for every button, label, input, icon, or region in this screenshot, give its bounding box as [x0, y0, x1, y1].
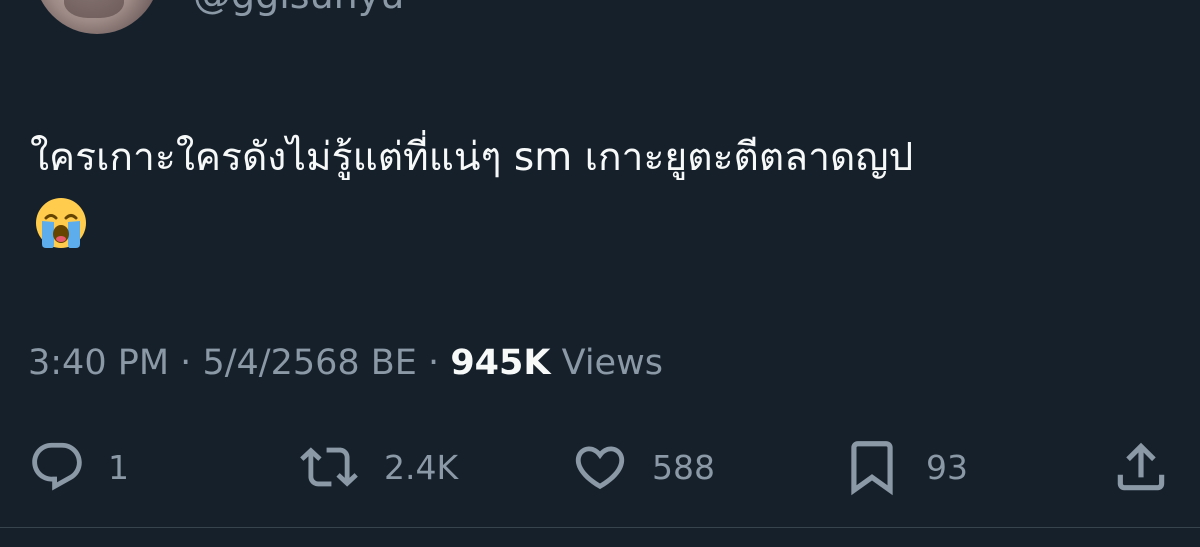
tweet-date[interactable]: 5/4/2568 BE	[202, 343, 416, 383]
retweet-button[interactable]: 2.4K	[296, 432, 458, 502]
tweet-text: ใครเกาะใครดังไม่รู้แต่ที่แน่ๆ sm เกาะยูต…	[30, 135, 914, 180]
bookmark-button[interactable]: 93	[840, 432, 968, 502]
avatar[interactable]	[34, 0, 160, 34]
like-button[interactable]: 588	[570, 432, 715, 502]
retweet-icon	[300, 447, 358, 487]
meta-separator: ·	[180, 343, 192, 383]
bookmark-count: 93	[926, 447, 968, 487]
user-handle[interactable]: @ggisunyu	[193, 0, 404, 14]
loudly-crying-face-icon	[36, 198, 86, 248]
views-count: 945K	[450, 343, 551, 383]
reply-count: 1	[108, 447, 129, 487]
heart-icon	[575, 446, 625, 490]
reply-icon	[32, 442, 82, 491]
tweet-meta: 3:40 PM · 5/4/2568 BE · 945K Views	[28, 341, 663, 385]
share-icon	[1117, 442, 1165, 491]
like-count: 588	[652, 447, 715, 487]
views-label: Views	[561, 343, 663, 383]
action-bar: 1 2.4K 588 93	[0, 432, 1200, 502]
tweet-time[interactable]: 3:40 PM	[28, 343, 169, 383]
tweet-detail: @ggisunyu ใครเกาะใครดังไม่รู้แต่ที่แน่ๆ …	[0, 0, 1200, 547]
meta-separator: ·	[428, 343, 440, 383]
retweet-count: 2.4K	[384, 447, 459, 487]
reply-button[interactable]: 1	[28, 432, 129, 502]
divider	[0, 527, 1200, 528]
bookmark-icon	[851, 441, 893, 496]
share-button[interactable]	[1108, 432, 1174, 502]
